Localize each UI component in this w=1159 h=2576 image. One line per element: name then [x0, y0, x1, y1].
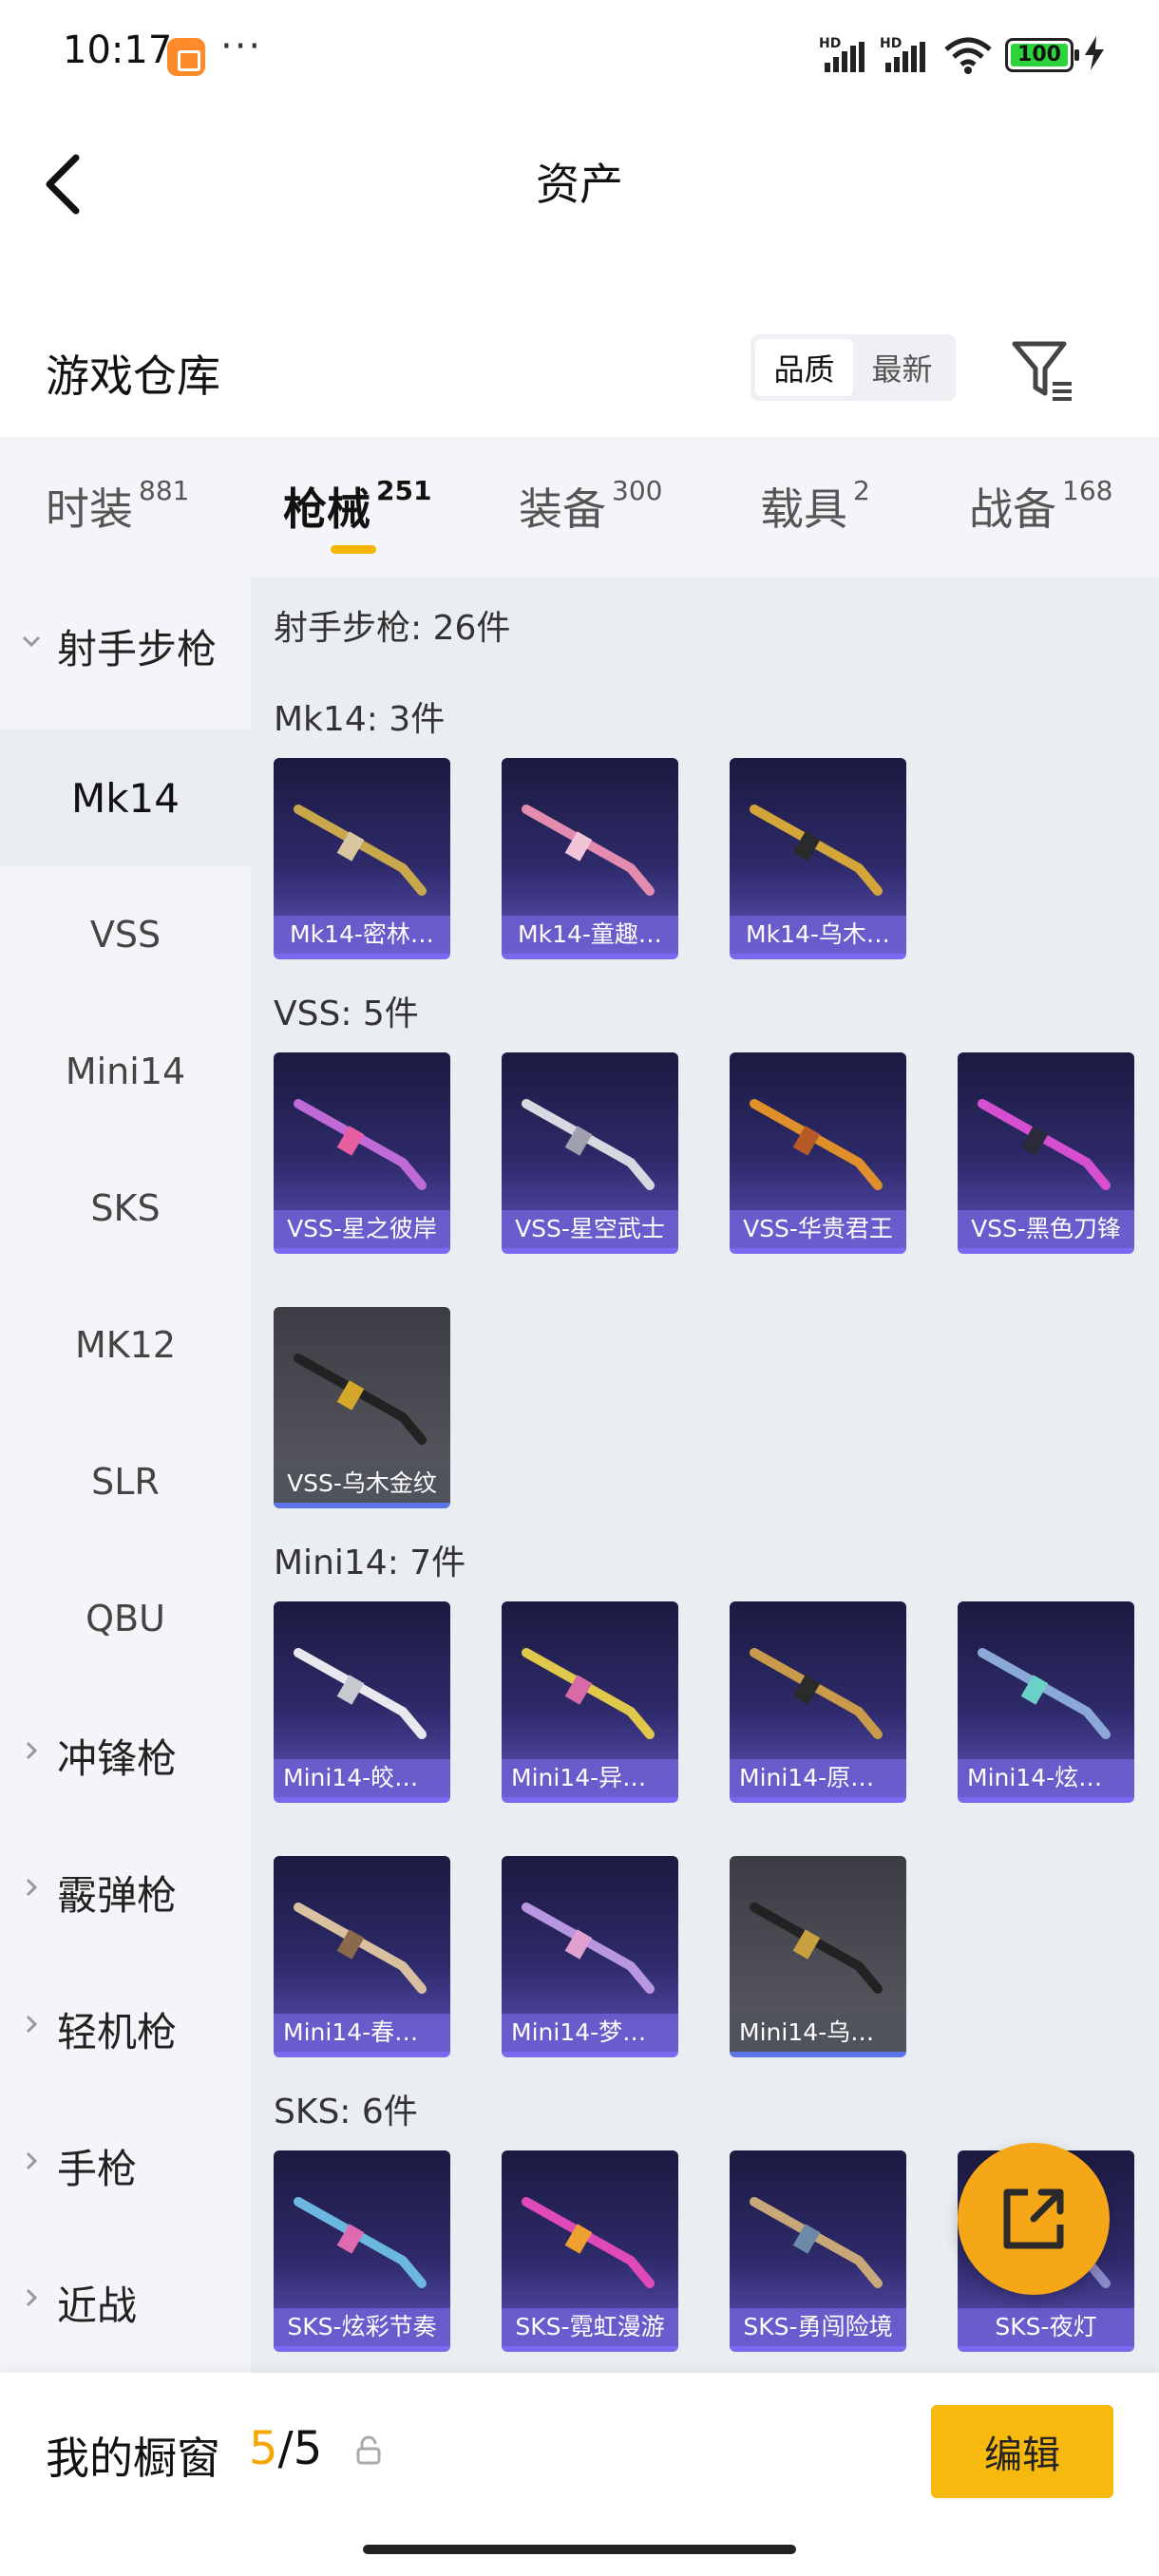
- item-card[interactable]: VSS-乌木金纹: [274, 1307, 450, 1508]
- sidebar: 射手步枪 Mk14 VSS Mini14 SKS MK12 SLR QBU 冲锋…: [0, 578, 251, 2373]
- item-grid: 射手步枪: 26件 Mk14: 3件 Mk14-密林… Mk14-童趣… Mk1…: [251, 578, 1159, 2373]
- sidebar-item-mini14[interactable]: Mini14: [0, 1003, 251, 1140]
- rifle-icon: [294, 1648, 427, 1739]
- item-card[interactable]: SKS-霓虹漫游: [502, 2150, 678, 2352]
- charging-icon: [1085, 36, 1104, 70]
- status-time: 10:17: [63, 28, 173, 72]
- rifle-icon: [978, 1099, 1111, 1190]
- item-card[interactable]: Mini14-梦幻…: [502, 1856, 678, 2057]
- item-card[interactable]: Mini14-春暖…: [274, 1856, 450, 2057]
- sidebar-group-pistol[interactable]: 手枪: [0, 2097, 251, 2234]
- section-label-mini14: Mini14: 7件: [274, 1544, 466, 1582]
- warehouse-title: 游戏仓库: [46, 350, 220, 402]
- tab-guns[interactable]: 枪械 251: [283, 475, 431, 554]
- sort-toggle: 品质 最新: [750, 334, 956, 401]
- chevron-right-icon: [26, 1878, 38, 1897]
- share-icon: [1003, 2188, 1064, 2249]
- sidebar-group-melee[interactable]: 近战: [0, 2234, 251, 2371]
- battery-icon: 100: [1005, 38, 1079, 72]
- item-card[interactable]: Mk14-乌木…: [730, 758, 906, 959]
- rifle-icon: [750, 1903, 883, 1994]
- rifle-icon: [750, 805, 883, 896]
- sidebar-item-slr[interactable]: SLR: [0, 1413, 251, 1550]
- share-button[interactable]: [958, 2143, 1110, 2295]
- status-bar: 10:17 ··· HD HD 100: [0, 0, 1159, 112]
- category-count: 射手步枪: 26件: [274, 609, 511, 648]
- chevron-right-icon: [26, 2151, 38, 2170]
- rifle-icon: [978, 1648, 1111, 1739]
- tab-fashion[interactable]: 时装 881: [46, 475, 189, 538]
- sidebar-item-qbu[interactable]: QBU: [0, 1550, 251, 1687]
- tab-equipment[interactable]: 装备 300: [519, 475, 662, 538]
- rifle-icon: [750, 2197, 883, 2288]
- wifi-icon: [944, 37, 992, 74]
- rifle-icon: [522, 1903, 655, 1994]
- edit-button[interactable]: 编辑: [931, 2405, 1113, 2498]
- item-card[interactable]: VSS-华贵君王: [730, 1052, 906, 1254]
- item-card[interactable]: Mini14-炫彩…: [958, 1601, 1134, 1803]
- rifle-icon: [522, 805, 655, 896]
- tab-vehicles[interactable]: 载具 2: [760, 475, 870, 538]
- chevron-right-icon: [26, 2288, 38, 2307]
- item-card[interactable]: Mk14-密林…: [274, 758, 450, 959]
- section-label-vss: VSS: 5件: [274, 994, 419, 1033]
- rifle-icon: [522, 2197, 655, 2288]
- warehouse-header: 游戏仓库 品质 最新: [0, 313, 1159, 437]
- rifle-icon: [522, 1099, 655, 1190]
- item-card[interactable]: Mini14-原初…: [730, 1601, 906, 1803]
- showcase-label: 我的橱窗: [46, 2433, 220, 2484]
- item-card[interactable]: VSS-星空武士: [502, 1052, 678, 1254]
- rifle-icon: [294, 1903, 427, 1994]
- sidebar-group-lmg[interactable]: 轻机枪: [0, 1960, 251, 2097]
- signal-icon: HD: [819, 36, 872, 74]
- item-card[interactable]: Mini14-乌木…: [730, 1856, 906, 2057]
- section-label-sks: SKS: 6件: [274, 2093, 418, 2131]
- chevron-down-icon: [22, 635, 41, 648]
- home-indicator[interactable]: [363, 2545, 796, 2554]
- active-tab-indicator: [331, 545, 376, 554]
- more-notifications-icon: ···: [220, 25, 263, 68]
- chevron-right-icon: [26, 1741, 38, 1760]
- chevron-right-icon: [26, 2015, 38, 2034]
- sidebar-item-mk14[interactable]: Mk14: [0, 729, 251, 866]
- item-card[interactable]: VSS-黑色刀锋: [958, 1052, 1134, 1254]
- rifle-icon: [750, 1099, 883, 1190]
- rifle-icon: [294, 1354, 427, 1445]
- sidebar-item-sks[interactable]: SKS: [0, 1140, 251, 1277]
- sidebar-group-shotgun[interactable]: 霰弹枪: [0, 1824, 251, 1960]
- showcase-count: 5/5: [249, 2422, 323, 2475]
- lock-icon: [356, 2435, 381, 2465]
- sort-quality-button[interactable]: 品质: [755, 339, 853, 396]
- item-card[interactable]: Mini14-皎白…: [274, 1601, 450, 1803]
- item-card[interactable]: Mk14-童趣…: [502, 758, 678, 959]
- filter-icon[interactable]: [1009, 336, 1075, 403]
- rifle-icon: [750, 1648, 883, 1739]
- section-label-mk14: Mk14: 3件: [274, 700, 446, 739]
- rifle-icon: [294, 2197, 427, 2288]
- rifle-icon: [294, 1099, 427, 1190]
- sidebar-item-mk12[interactable]: MK12: [0, 1277, 251, 1413]
- item-card[interactable]: SKS-勇闯险境: [730, 2150, 906, 2352]
- sort-newest-button[interactable]: 最新: [853, 339, 951, 396]
- item-card[interactable]: Mini14-异彩…: [502, 1601, 678, 1803]
- tab-supplies[interactable]: 战备 168: [969, 475, 1112, 538]
- category-tabs: 时装 881 枪械 251 装备 300 载具 2 战备 168: [0, 437, 1159, 578]
- item-card[interactable]: VSS-星之彼岸: [274, 1052, 450, 1254]
- notification-app-icon: [167, 38, 205, 76]
- rifle-icon: [522, 1648, 655, 1739]
- top-bar: 资产: [0, 112, 1159, 245]
- page-title: 资产: [536, 159, 623, 210]
- sidebar-item-vss[interactable]: VSS: [0, 866, 251, 1003]
- item-card[interactable]: SKS-炫彩节奏: [274, 2150, 450, 2352]
- sidebar-group-smg[interactable]: 冲锋枪: [0, 1687, 251, 1824]
- rifle-icon: [294, 805, 427, 896]
- sidebar-group-marksman[interactable]: 射手步枪: [0, 578, 251, 714]
- app-screen: { "status":{"time":"10:17","dots":"···",…: [0, 0, 1159, 2576]
- signal-icon: HD: [880, 36, 933, 74]
